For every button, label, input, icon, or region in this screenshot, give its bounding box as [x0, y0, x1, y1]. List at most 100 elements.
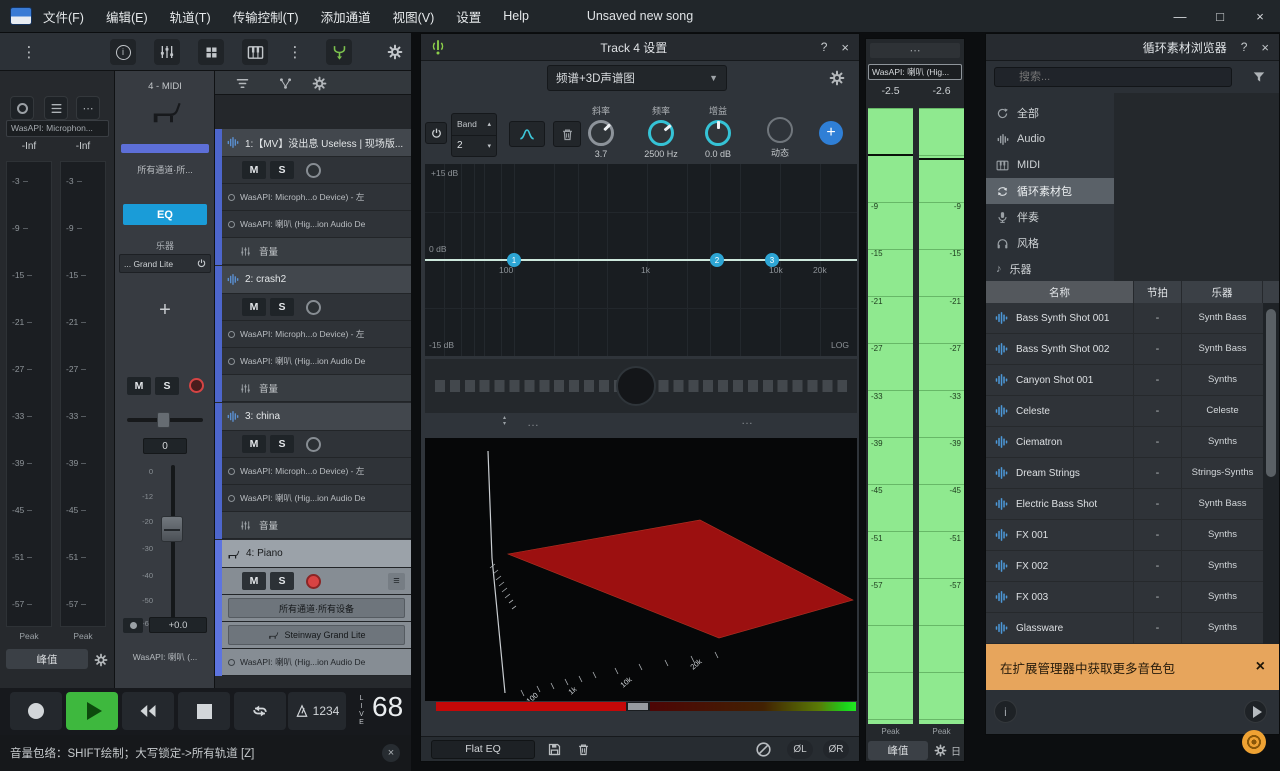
browser-info-button[interactable]: i — [994, 700, 1017, 723]
category-instrument[interactable]: ♪ 乐器 — [986, 256, 1114, 281]
track-input-1[interactable]: WasAPI: Microph...o Device) - 左 — [222, 184, 411, 211]
category-loop-packs-selected[interactable]: 循环素材包 — [986, 178, 1114, 204]
menu-help[interactable]: Help — [492, 9, 540, 23]
track-list-settings-button[interactable] — [310, 74, 328, 92]
loop-row[interactable]: Bass Synth Shot 002- Synth Bass — [986, 334, 1263, 365]
track-record-arm-button[interactable] — [189, 378, 204, 393]
track-output-row[interactable]: WasAPI: 喇叭 (Hig...ion Audio De — [222, 649, 411, 676]
loop-row[interactable]: Canyon Shot 001- Synths — [986, 365, 1263, 396]
status-close-button[interactable]: × — [382, 744, 400, 762]
mute-button[interactable]: M — [242, 572, 266, 590]
preset-selector[interactable]: Flat EQ — [431, 739, 535, 759]
loop-row[interactable]: Dream Strings - Strings-Synths — [986, 458, 1263, 489]
track-input-2[interactable]: WasAPI: 喇叭 (Hig...ion Audio De — [222, 485, 411, 512]
band-power-button[interactable] — [425, 122, 447, 144]
loop-row[interactable]: FX 002- Synths — [986, 551, 1263, 582]
volume-fader-handle[interactable] — [161, 516, 183, 542]
more-left-button[interactable]: … — [527, 415, 539, 429]
eq-point-2[interactable]: 2 — [710, 253, 724, 267]
power-icon[interactable] — [196, 258, 207, 269]
track-input-1[interactable]: WasAPI: Microph...o Device) - 左 — [222, 458, 411, 485]
loop-row[interactable]: Celeste - Celeste — [986, 396, 1263, 427]
more-tools-button[interactable]: ⋮ — [282, 39, 308, 65]
more-right-button[interactable]: … — [741, 413, 753, 427]
info-button[interactable]: i — [110, 39, 136, 65]
panel-menu-button[interactable]: ⋮ — [16, 39, 42, 65]
slope-knob[interactable] — [588, 120, 614, 146]
meter-style-button[interactable]: 日 — [949, 742, 963, 758]
record-arm-button[interactable] — [306, 436, 321, 452]
track-color-bar[interactable] — [121, 144, 209, 153]
solo-button[interactable]: S — [270, 161, 294, 179]
track-row-4-selected[interactable]: 4: Piano M S ≡ 所有通道·所有设备 Steinway Grand … — [215, 540, 411, 677]
meter-menu-button[interactable]: ⋯ — [870, 43, 960, 58]
master-record-button[interactable] — [10, 96, 34, 120]
loop-row[interactable]: FX 003- Synths — [986, 582, 1263, 613]
freq-knob[interactable] — [648, 120, 674, 146]
loop-row[interactable]: Bass Synth Shot 001- Synth Bass — [986, 303, 1263, 334]
track-routing-button[interactable] — [276, 74, 294, 92]
track-filter-button[interactable] — [233, 74, 251, 92]
category-audio[interactable]: Audio — [986, 126, 1114, 152]
metronome-button[interactable]: 1234 — [288, 692, 346, 730]
mute-button[interactable]: M — [242, 298, 266, 316]
eq-settings-button[interactable] — [827, 68, 847, 88]
stop-button[interactable] — [178, 692, 230, 730]
track-input-2[interactable]: WasAPI: 喇叭 (Hig...ion Audio De — [222, 348, 411, 375]
meter-mode-mini-button[interactable] — [123, 618, 143, 633]
table-scrollbar[interactable] — [1263, 303, 1279, 644]
gain-value[interactable]: +0.0 — [149, 617, 207, 633]
track-output-device[interactable]: WasAPI: 喇叭 (... — [117, 651, 213, 663]
spectrogram-3d-view[interactable]: 100 1k 10k 20k — [425, 438, 857, 706]
balance-knob[interactable] — [616, 366, 656, 406]
play-button[interactable] — [66, 692, 118, 730]
view-mode-dropdown[interactable]: 频谱+3D声谱图 ▼ — [547, 65, 727, 91]
minimize-button[interactable]: — — [1160, 9, 1200, 24]
band-selector[interactable]: Band ▴ 2 ▾ — [451, 113, 497, 157]
out-meter-settings-button[interactable] — [932, 742, 948, 758]
auto-preview-toggle[interactable] — [1242, 730, 1266, 754]
record-button[interactable] — [10, 692, 62, 730]
category-backing[interactable]: 伴奏 — [986, 204, 1114, 230]
loop-row[interactable]: Electric Bass Shot - Synth Bass — [986, 489, 1263, 520]
track-volume-row[interactable]: 音量 — [222, 375, 411, 402]
menu-view[interactable]: 视图(V) — [382, 7, 446, 26]
clip-grid-button[interactable] — [198, 39, 224, 65]
track-color-strip[interactable] — [215, 403, 222, 539]
volume-fader-track[interactable] — [171, 465, 175, 625]
track-menu-button[interactable]: ≡ — [388, 572, 405, 590]
category-style[interactable]: 风格 — [986, 230, 1114, 256]
save-preset-icon[interactable] — [547, 742, 562, 757]
solo-button[interactable]: S — [270, 298, 294, 316]
instrument-slot[interactable]: ... Grand Lite — [119, 254, 211, 273]
master-more-button[interactable]: ⋯ — [76, 96, 100, 120]
menu-settings[interactable]: 设置 — [445, 7, 492, 26]
mute-button[interactable]: M — [242, 161, 266, 179]
menu-track[interactable]: 轨道(T) — [159, 7, 222, 26]
eq-help-button[interactable]: ? — [821, 40, 828, 54]
tempo-display[interactable]: 68 — [372, 691, 403, 723]
delete-preset-icon[interactable] — [576, 742, 591, 757]
track-row-2[interactable]: 2: crash2 M S WasAPI: Microph...o Device… — [215, 266, 411, 403]
add-band-button[interactable]: + — [819, 121, 843, 145]
return-to-start-button[interactable] — [122, 692, 174, 730]
loop-row[interactable]: Glassware - Synths — [986, 613, 1263, 644]
maximize-button[interactable]: □ — [1200, 9, 1240, 24]
column-name[interactable]: 名称 — [986, 281, 1134, 303]
track-mute-button[interactable]: M — [127, 377, 151, 395]
track-channels-row[interactable]: 所有通道·所有设备 — [222, 595, 411, 622]
master-meter-settings-button[interactable] — [92, 651, 110, 669]
solo-button[interactable]: S — [270, 435, 294, 453]
level-bar-handle[interactable] — [628, 703, 648, 710]
filter-funnel-icon[interactable] — [1252, 70, 1266, 84]
toolbar-settings-button[interactable] — [382, 39, 408, 65]
band-shape-button[interactable] — [509, 121, 545, 147]
solo-button[interactable]: S — [270, 572, 294, 590]
loop-row[interactable]: FX 001- Synths — [986, 520, 1263, 551]
scrollbar-thumb[interactable] — [1266, 309, 1276, 477]
track-routing-label[interactable]: 所有通道·所... — [117, 163, 213, 176]
track-name-row[interactable]: 2: crash2 — [222, 266, 411, 294]
track-color-strip[interactable] — [215, 129, 222, 265]
phase-left-button[interactable]: ØL — [787, 739, 813, 759]
piano-roll-button[interactable] — [242, 39, 268, 65]
